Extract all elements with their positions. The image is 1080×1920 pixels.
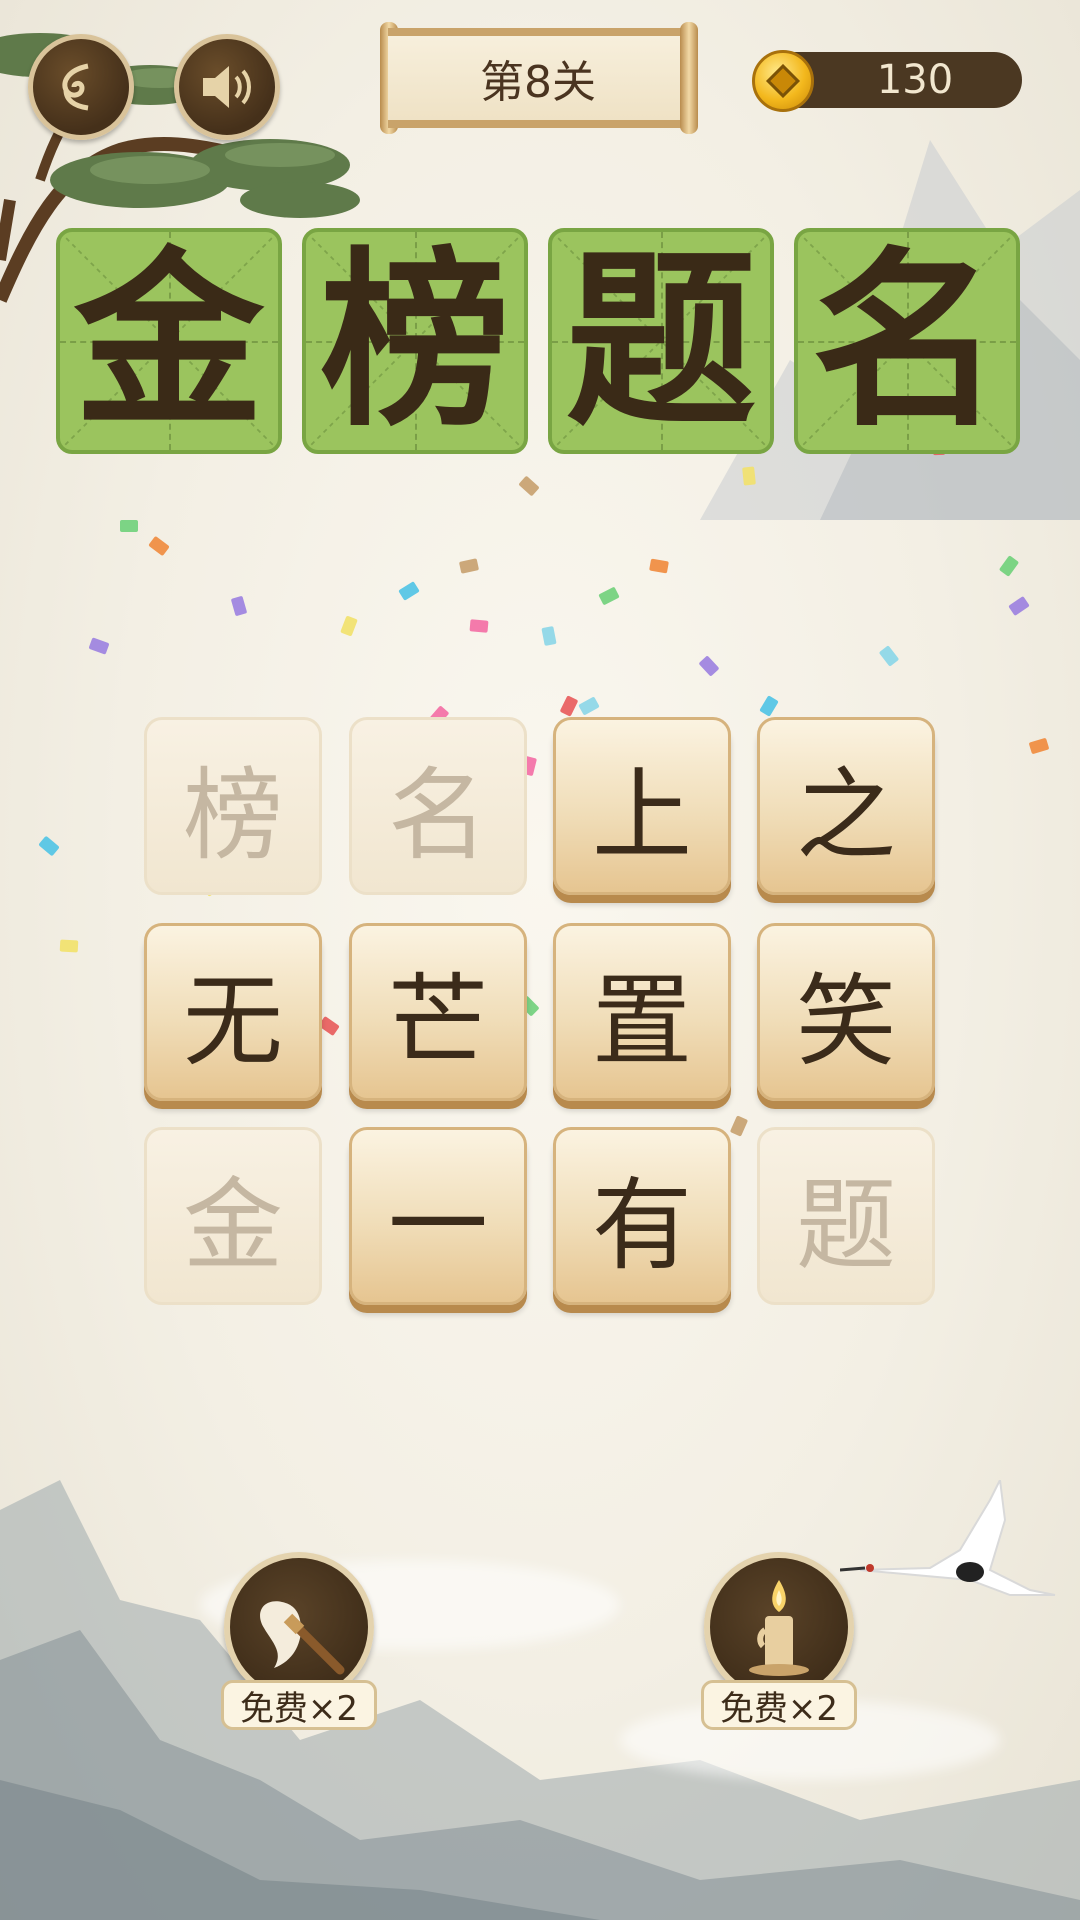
grid-tile-char: 题 <box>796 1166 896 1284</box>
confetti-piece <box>1008 595 1030 617</box>
confetti-piece <box>759 695 779 717</box>
grid-tile-char: 金 <box>183 1166 283 1284</box>
grid-tile-char: 芒 <box>388 962 488 1080</box>
brush-free-badge: 免费×2 <box>221 1680 377 1730</box>
grid-tile[interactable]: 榜 <box>144 717 322 895</box>
confetti-piece <box>698 655 720 677</box>
confetti-piece <box>742 466 756 486</box>
grid-tile-char: 上 <box>592 756 692 874</box>
grid-tile-char: 之 <box>796 756 896 874</box>
grid-tile[interactable]: 有 <box>553 1127 731 1305</box>
grid-tile-char: 有 <box>592 1166 692 1284</box>
grid-tile[interactable]: 上 <box>553 717 731 895</box>
grid-tile-char: 榜 <box>183 756 283 874</box>
grid-tile[interactable]: 无 <box>144 923 322 1101</box>
grid-tile[interactable]: 笑 <box>757 923 935 1101</box>
confetti-piece <box>878 645 900 667</box>
answer-tile: 名 <box>794 228 1020 454</box>
confetti-piece <box>541 626 557 646</box>
answer-char: 金 <box>73 229 264 452</box>
grid-tile-char: 无 <box>183 962 283 1080</box>
grid-tile[interactable]: 金 <box>144 1127 322 1305</box>
confetti-piece <box>148 535 170 557</box>
confetti-piece <box>38 835 60 857</box>
grid-tile-char: 名 <box>388 756 488 874</box>
answer-tile: 金 <box>56 228 282 454</box>
grid-tile[interactable]: 题 <box>757 1127 935 1305</box>
confetti-piece <box>120 520 138 532</box>
grid-tile-char: 一 <box>388 1166 488 1284</box>
ornate-back-icon <box>62 63 89 111</box>
brush-icon <box>260 1601 345 1675</box>
answer-char: 榜 <box>319 229 510 452</box>
confetti-piece <box>998 555 1020 577</box>
confetti-piece <box>398 581 420 601</box>
confetti-piece <box>59 939 79 953</box>
confetti-piece <box>649 558 669 574</box>
coin-amount: 130 <box>876 57 954 103</box>
grid-tile[interactable]: 一 <box>349 1127 527 1305</box>
candle-icon <box>749 1580 809 1676</box>
confetti-piece <box>729 1115 749 1137</box>
confetti-piece <box>469 619 489 633</box>
grid-tile[interactable]: 芒 <box>349 923 527 1101</box>
level-scroll: 第8关 <box>388 28 688 128</box>
answer-tile: 题 <box>548 228 774 454</box>
confetti-piece <box>578 696 600 716</box>
confetti-piece <box>559 695 579 717</box>
answer-tile: 榜 <box>302 228 528 454</box>
candle-badge-text: 免费×2 <box>719 1688 839 1729</box>
confetti-piece <box>1028 737 1050 755</box>
grid-tile[interactable]: 名 <box>349 717 527 895</box>
grid-tile[interactable]: 置 <box>553 923 731 1101</box>
grid-tile-char: 置 <box>592 962 692 1080</box>
sound-button[interactable] <box>174 34 280 140</box>
confetti-piece <box>598 586 620 606</box>
crane-bird <box>840 1480 1056 1596</box>
confetti-piece <box>518 475 540 497</box>
grid-tile-char: 笑 <box>796 962 896 1080</box>
brush-badge-text: 免费×2 <box>239 1688 359 1729</box>
answer-char: 名 <box>811 229 1002 452</box>
confetti-piece <box>340 615 358 637</box>
back-button[interactable] <box>28 34 134 140</box>
answer-char: 题 <box>565 229 756 452</box>
confetti-piece <box>458 558 480 574</box>
scroll-rod-right <box>680 22 698 134</box>
confetti-piece <box>230 595 248 617</box>
confetti-piece <box>88 637 110 655</box>
grid-tile[interactable]: 之 <box>757 717 935 895</box>
coin-icon <box>752 50 814 112</box>
candle-free-badge: 免费×2 <box>701 1680 857 1730</box>
speaker-icon <box>203 66 251 108</box>
level-label: 第8关 <box>480 57 596 108</box>
